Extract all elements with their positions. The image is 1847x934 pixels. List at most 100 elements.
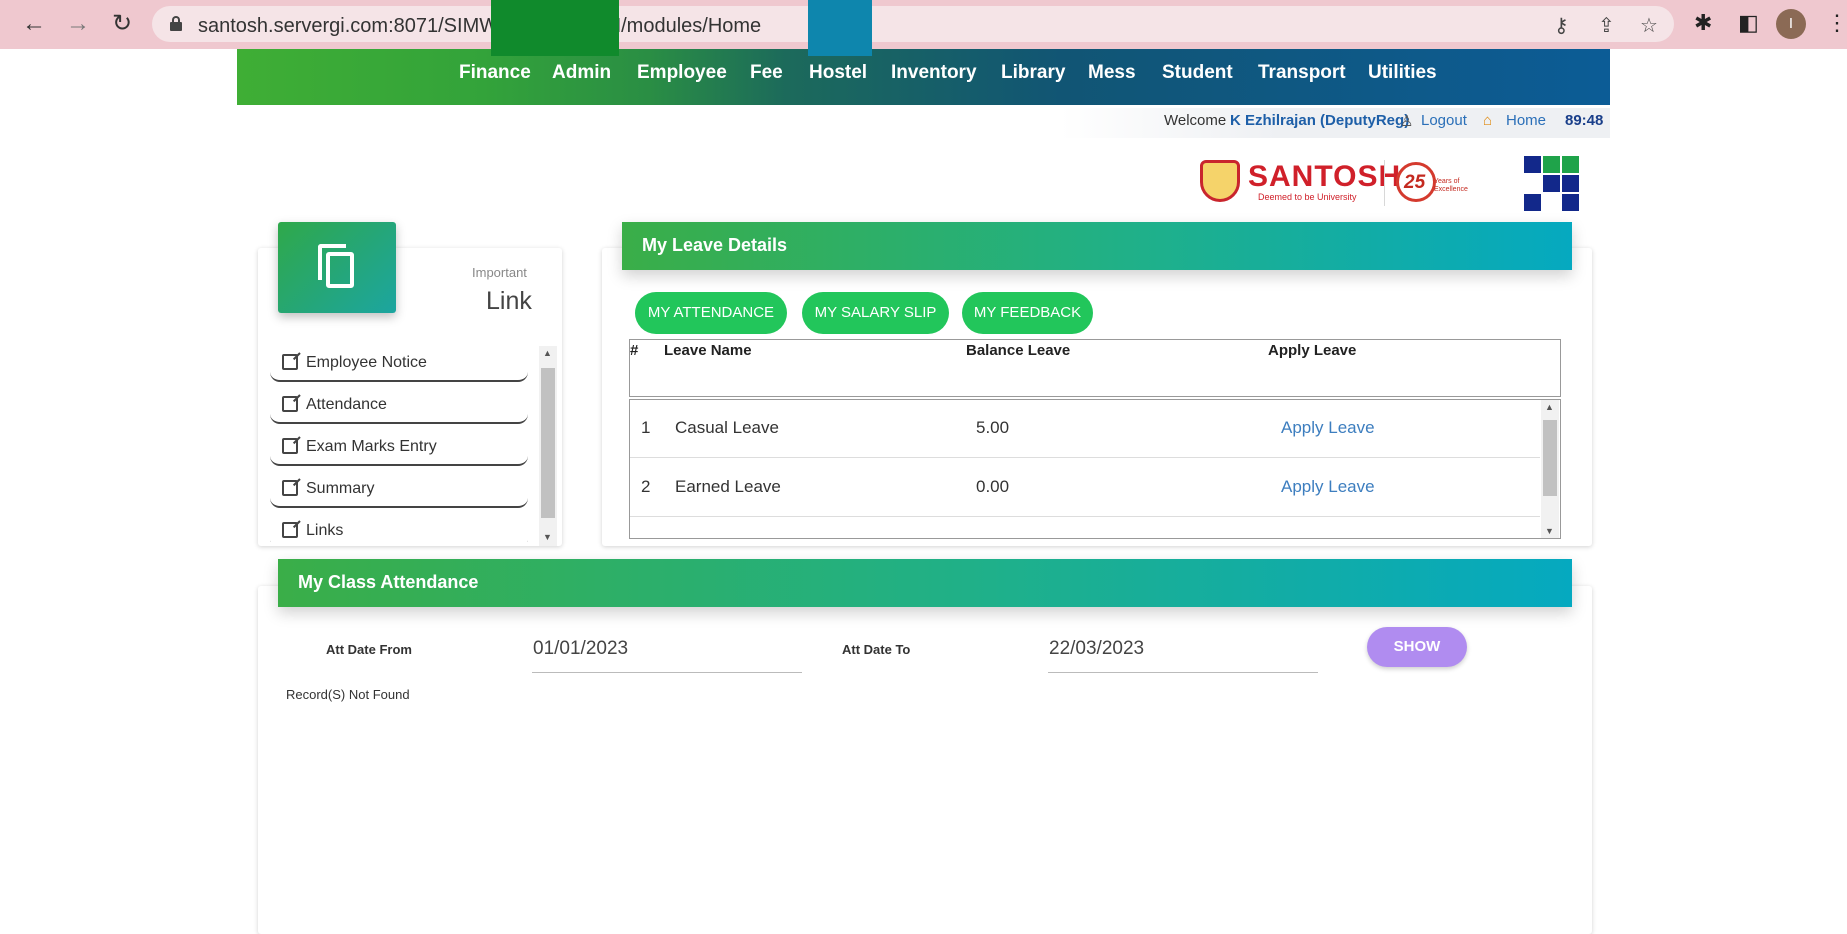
att-date-from-underline [532, 672, 802, 673]
row-balance: 5.00 [976, 418, 1010, 437]
session-timer: 89:48 [1565, 112, 1604, 129]
nav-utilities[interactable]: Utilities [1368, 62, 1437, 84]
nav-highlight-admin [491, 0, 619, 56]
nav-fee[interactable]: Fee [750, 62, 783, 84]
class-attendance-title: My Class Attendance [298, 572, 479, 592]
my-salary-slip-button[interactable]: MY SALARY SLIP [802, 292, 949, 334]
nav-highlight-hostel [808, 0, 872, 56]
col-leave-name: Leave Name [664, 342, 752, 359]
links-title: Link [486, 287, 532, 315]
link-label: Employee Notice [306, 354, 427, 371]
star-icon[interactable]: ☆ [1640, 13, 1658, 38]
profile-avatar[interactable]: I [1776, 9, 1806, 39]
home-icon[interactable]: ⌂ [1483, 112, 1492, 129]
leave-table-header [629, 339, 1561, 397]
scroll-thumb[interactable] [1543, 420, 1557, 496]
leave-details-title: My Leave Details [642, 235, 788, 255]
link-label: Summary [306, 480, 375, 497]
col-number: # [630, 342, 639, 359]
class-attendance-header: My Class Attendance [278, 559, 1572, 607]
link-summary[interactable]: Summary [270, 470, 528, 508]
side-panel-icon[interactable]: ◧ [1738, 10, 1759, 36]
logout-icon[interactable]: ♙ [1400, 112, 1413, 130]
row-leave-name: Casual Leave [675, 418, 779, 437]
row-leave-name: Earned Leave [675, 477, 781, 496]
links-list: Employee Notice Attendance Exam Marks En… [268, 344, 538, 542]
att-date-from-input[interactable]: 01/01/2023 [533, 638, 628, 660]
lock-icon [170, 16, 182, 31]
table-row: 2 Earned Leave 0.00 Apply Leave [630, 459, 1540, 517]
anniversary-tail: Years of Excellence [1434, 178, 1468, 193]
apply-leave-link[interactable]: Apply Leave [1281, 477, 1375, 497]
user-name: K Ezhilrajan (DeputyReg) [1230, 112, 1410, 129]
col-balance-leave: Balance Leave [966, 342, 1071, 359]
table-row: 1 Casual Leave 5.00 Apply Leave [630, 400, 1540, 458]
copy-icon [318, 244, 358, 292]
key-icon[interactable]: ⚷ [1554, 13, 1569, 38]
external-link-icon [282, 480, 298, 496]
anniversary-logo: 25 Years of Excellence [1396, 160, 1468, 206]
scroll-up-icon[interactable]: ▲ [1545, 402, 1554, 412]
my-feedback-button[interactable]: MY FEEDBACK [962, 292, 1093, 334]
welcome-label: Welcome [1164, 112, 1227, 129]
nav-admin[interactable]: Admin [552, 62, 611, 84]
row-balance: 0.00 [976, 477, 1010, 496]
address-bar[interactable]: santosh.servergi.com:8071/SIMWEBSANTOSH/… [152, 6, 1674, 42]
santosh-tagline: Deemed to be University [1258, 192, 1357, 202]
nav-finance[interactable]: Finance [459, 62, 531, 84]
reload-icon[interactable]: ↻ [106, 8, 138, 40]
forward-arrow-icon[interactable]: → [62, 8, 94, 40]
leave-table-scrollbar[interactable]: ▲ ▼ [1541, 400, 1559, 538]
link-employee-notice[interactable]: Employee Notice [270, 344, 528, 382]
att-date-to-label: Att Date To [842, 642, 911, 657]
row-number: 1 [641, 418, 651, 437]
browser-toolbar: ← → ↻ santosh.servergi.com:8071/SIMWEBSA… [0, 0, 1847, 49]
my-attendance-button[interactable]: MY ATTENDANCE [635, 292, 787, 334]
mosaic-logo [1524, 156, 1580, 212]
external-link-icon [282, 438, 298, 454]
logout-link[interactable]: Logout [1421, 112, 1467, 129]
leave-table-body: 1 Casual Leave 5.00 Apply Leave 2 Earned… [629, 399, 1561, 539]
menu-dots-icon[interactable]: ⋮ [1826, 10, 1847, 36]
leave-details-header: My Leave Details [622, 222, 1572, 270]
nav-mess[interactable]: Mess [1088, 62, 1136, 84]
att-date-to-input[interactable]: 22/03/2023 [1049, 638, 1144, 660]
santosh-logo-text: SANTOSH [1248, 160, 1402, 193]
nav-inventory[interactable]: Inventory [891, 62, 977, 84]
external-link-icon [282, 396, 298, 412]
link-links[interactable]: Links [270, 512, 528, 542]
show-button[interactable]: SHOW [1367, 627, 1467, 667]
link-label: Exam Marks Entry [306, 438, 437, 455]
nav-library[interactable]: Library [1001, 62, 1065, 84]
important-label: Important [472, 265, 527, 280]
nav-employee[interactable]: Employee [637, 62, 727, 84]
external-link-icon [282, 522, 298, 538]
apply-leave-link[interactable]: Apply Leave [1281, 418, 1375, 438]
links-tile [278, 222, 396, 313]
scroll-up-icon[interactable]: ▲ [543, 348, 552, 358]
link-label: Links [306, 522, 344, 539]
scroll-down-icon[interactable]: ▼ [1545, 526, 1554, 536]
link-attendance[interactable]: Attendance [270, 386, 528, 424]
scroll-down-icon[interactable]: ▼ [543, 532, 552, 542]
external-link-icon [282, 354, 298, 370]
links-scrollbar[interactable]: ▲ ▼ [539, 346, 557, 546]
share-icon[interactable]: ⇪ [1598, 13, 1615, 38]
att-date-to-underline [1048, 672, 1318, 673]
screen: ← → ↻ santosh.servergi.com:8071/SIMWEBSA… [0, 0, 1847, 934]
empty-message: Record(S) Not Found [286, 687, 410, 702]
scroll-thumb[interactable] [541, 368, 555, 518]
home-link[interactable]: Home [1506, 112, 1546, 129]
url-text[interactable]: santosh.servergi.com:8071/SIMWEBSANTOSH/… [198, 15, 761, 38]
col-apply-leave: Apply Leave [1268, 342, 1357, 359]
anniversary-number: 25 [1404, 172, 1426, 193]
back-arrow-icon[interactable]: ← [18, 8, 50, 40]
nav-transport[interactable]: Transport [1258, 62, 1346, 84]
extensions-icon[interactable]: ✱ [1694, 10, 1712, 36]
santosh-seal-logo [1200, 160, 1240, 202]
nav-student[interactable]: Student [1162, 62, 1233, 84]
nav-hostel[interactable]: Hostel [809, 62, 867, 84]
logo-divider [1384, 160, 1385, 206]
link-exam-marks-entry[interactable]: Exam Marks Entry [270, 428, 528, 466]
link-label: Attendance [306, 396, 387, 413]
